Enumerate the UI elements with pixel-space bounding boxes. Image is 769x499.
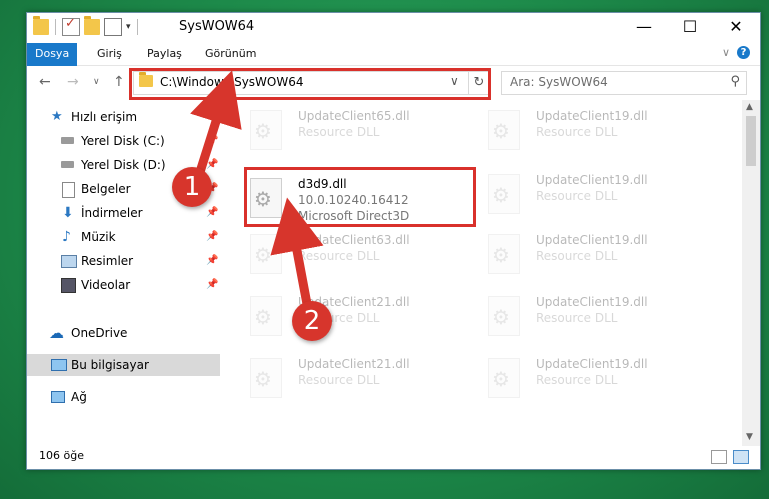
arrow-to-address — [190, 70, 242, 177]
step-1-badge: 1 — [172, 167, 212, 207]
annotation-arrows — [190, 70, 324, 309]
step-2-badge: 2 — [292, 301, 332, 341]
arrow-to-file — [270, 197, 324, 309]
